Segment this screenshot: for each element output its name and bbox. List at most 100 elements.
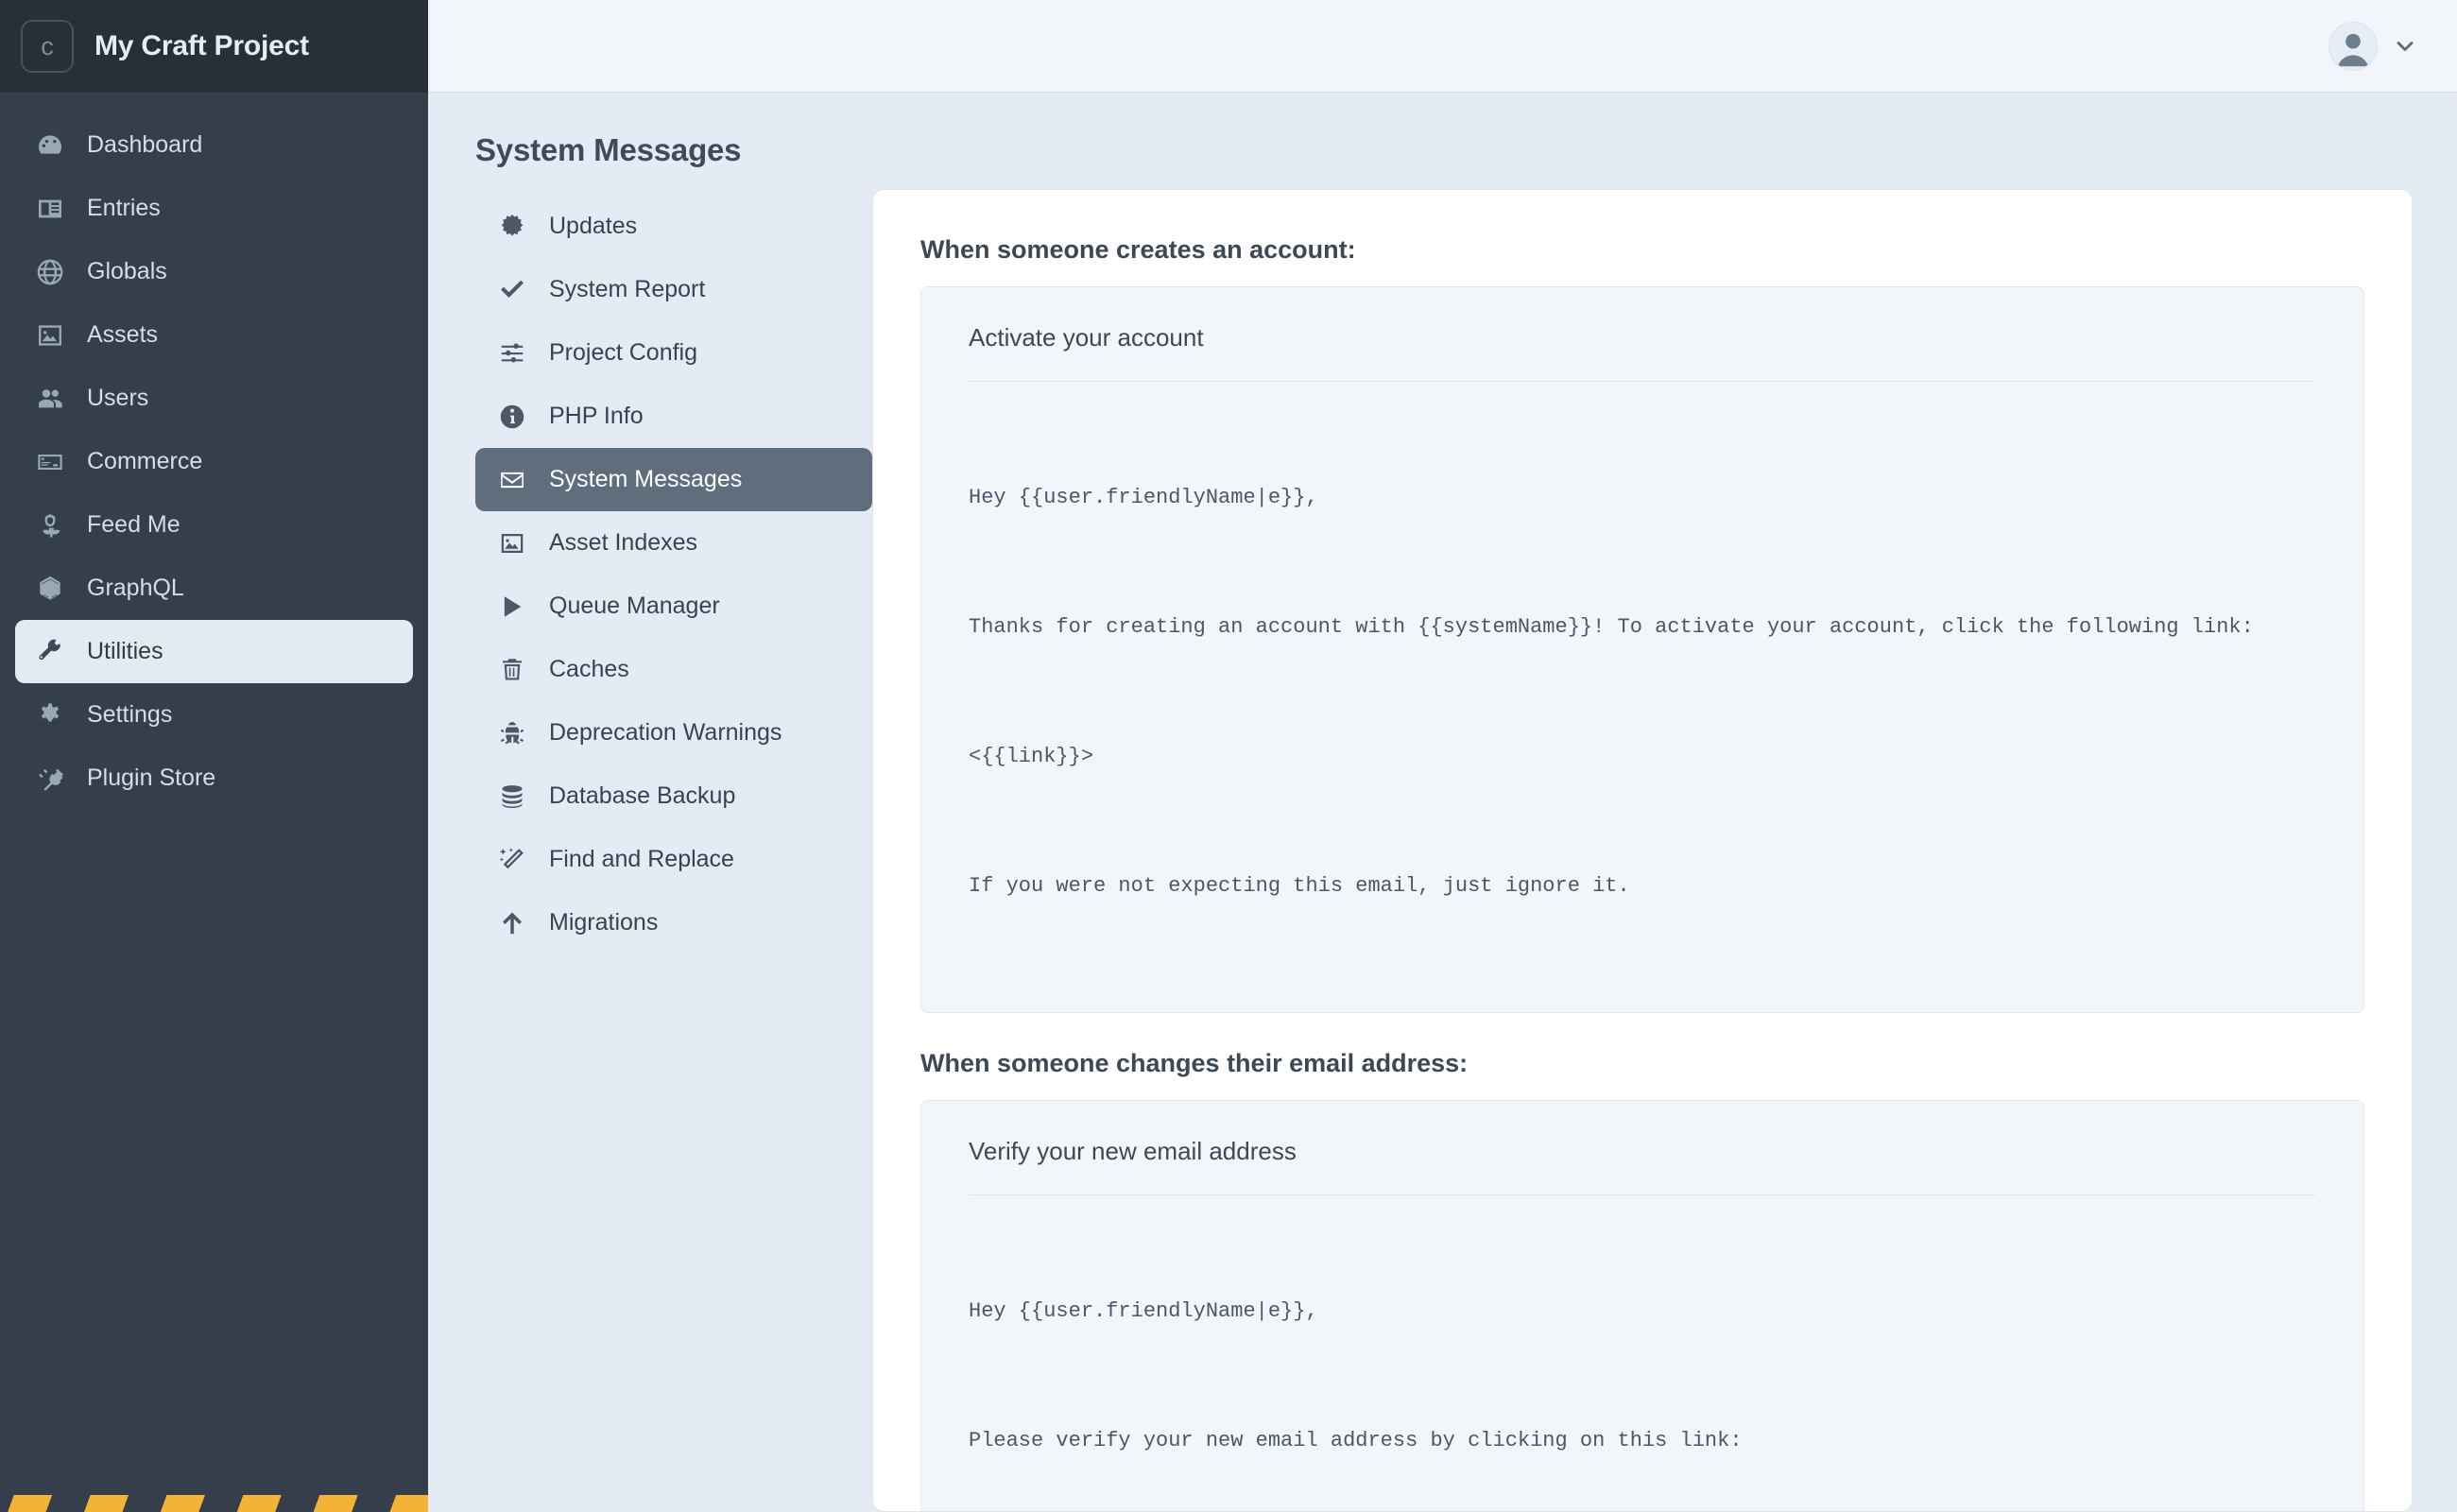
subnav-item-find-and-replace[interactable]: Find and Replace: [475, 828, 872, 891]
sidebar-header[interactable]: c My Craft Project: [0, 0, 428, 93]
trash-icon: [496, 654, 528, 686]
sidebar-item-globals[interactable]: Globals: [15, 240, 413, 303]
subnav-item-label: PHP Info: [549, 403, 644, 430]
global-sidebar: c My Craft Project Dashboard Entries Glo…: [0, 0, 428, 1512]
subnav-item-migrations[interactable]: Migrations: [475, 891, 872, 954]
sidebar-item-plugin-store[interactable]: Plugin Store: [15, 747, 413, 810]
content-wrapper: When someone creates an account: Activat…: [872, 189, 2457, 1512]
check-icon: [496, 274, 528, 306]
users-icon: [34, 383, 66, 415]
message-line: Hey {{user.friendlyName|e}},: [969, 486, 1318, 510]
user-avatar-icon: [2337, 33, 2369, 66]
sidebar-item-label: Feed Me: [87, 511, 180, 538]
subnav-item-label: Migrations: [549, 909, 659, 936]
subnav-item-system-messages[interactable]: System Messages: [475, 448, 872, 511]
subnav-item-queue-manager[interactable]: Queue Manager: [475, 575, 872, 638]
app-root: c My Craft Project Dashboard Entries Glo…: [0, 0, 2457, 1512]
sidebar-item-label: Plugin Store: [87, 765, 216, 791]
subnav-item-caches[interactable]: Caches: [475, 638, 872, 701]
sidebar-item-users[interactable]: Users: [15, 367, 413, 430]
sidebar-item-label: Utilities: [87, 638, 163, 664]
top-bar: [428, 0, 2457, 93]
message-line: If you were not expecting this email, ju…: [969, 873, 1630, 898]
project-title: My Craft Project: [94, 30, 309, 61]
message-body[interactable]: Hey {{user.friendlyName|e}}, Please veri…: [969, 1228, 2316, 1511]
sidebar-item-entries[interactable]: Entries: [15, 177, 413, 240]
subnav-item-updates[interactable]: Updates: [475, 195, 872, 258]
image-icon: [34, 319, 66, 352]
project-logo-icon: c: [21, 20, 74, 73]
subnav-item-label: Queue Manager: [549, 593, 720, 620]
credit-card-icon: [34, 446, 66, 478]
subnav-item-label: Caches: [549, 656, 629, 683]
gauge-icon: [34, 129, 66, 162]
graphql-icon: [34, 573, 66, 605]
database-icon: [496, 781, 528, 813]
message-body[interactable]: Hey {{user.friendlyName|e}}, Thanks for …: [969, 414, 2316, 971]
avatar[interactable]: [2328, 21, 2378, 71]
sidebar-item-label: Globals: [87, 258, 167, 284]
message-subject[interactable]: Verify your new email address: [969, 1137, 2316, 1195]
global-nav: Dashboard Entries Globals Assets Users C…: [0, 93, 428, 1512]
main-region: System Messages Updates System Report Pr…: [428, 0, 2457, 1512]
sidebar-item-settings[interactable]: Settings: [15, 683, 413, 747]
message-line: Please verify your new email address by …: [969, 1428, 1743, 1452]
wrench-icon: [34, 636, 66, 668]
info-icon: [496, 401, 528, 433]
message-line: Hey {{user.friendlyName|e}},: [969, 1299, 1318, 1323]
message-heading: When someone creates an account:: [920, 235, 1356, 264]
subnav-item-label: Asset Indexes: [549, 529, 698, 557]
play-icon: [496, 591, 528, 623]
subnav-item-label: Updates: [549, 213, 638, 240]
message-subject[interactable]: Activate your account: [969, 323, 2316, 382]
sidebar-item-label: Entries: [87, 195, 161, 221]
subnav-item-project-config[interactable]: Project Config: [475, 321, 872, 385]
sidebar-item-label: Users: [87, 385, 149, 411]
subnav-item-label: Find and Replace: [549, 846, 734, 873]
message-heading: When someone changes their email address…: [920, 1048, 1469, 1077]
image-icon: [496, 527, 528, 559]
envelope-icon: [496, 464, 528, 496]
subnav-item-php-info[interactable]: PHP Info: [475, 385, 872, 448]
sidebar-item-commerce[interactable]: Commerce: [15, 430, 413, 493]
page-header: System Messages: [428, 93, 2457, 189]
sidebar-item-label: Assets: [87, 321, 159, 348]
subnav-item-asset-indexes[interactable]: Asset Indexes: [475, 511, 872, 575]
subnav-item-label: Deprecation Warnings: [549, 719, 782, 747]
newspaper-icon: [34, 193, 66, 225]
plug-icon: [34, 763, 66, 795]
page-title: System Messages: [475, 132, 742, 167]
sidebar-item-feed-me[interactable]: Feed Me: [15, 493, 413, 557]
sidebar-item-assets[interactable]: Assets: [15, 303, 413, 367]
sidebar-item-graphql[interactable]: GraphQL: [15, 557, 413, 620]
sidebar-item-label: Dashboard: [87, 131, 203, 158]
wand-icon: [496, 844, 528, 876]
sliders-icon: [496, 337, 528, 369]
sidebar-item-label: Settings: [87, 701, 173, 728]
message-box[interactable]: Verify your new email address Hey {{user…: [920, 1099, 2364, 1511]
system-messages-card: When someone creates an account: Activat…: [872, 189, 2413, 1512]
chevron-down-icon[interactable]: [2393, 34, 2417, 59]
utilities-subnav: Updates System Report Project Config PHP…: [475, 189, 872, 1512]
subnav-item-system-report[interactable]: System Report: [475, 258, 872, 321]
burst-icon: [496, 211, 528, 243]
sidebar-item-dashboard[interactable]: Dashboard: [15, 113, 413, 177]
subnav-item-label: System Messages: [549, 466, 743, 493]
gear-icon: [34, 699, 66, 731]
flower-icon: [34, 509, 66, 541]
message-line: Thanks for creating an account with {{sy…: [969, 615, 2254, 640]
content-columns: Updates System Report Project Config PHP…: [428, 189, 2457, 1512]
message-line: <{{link}}>: [969, 745, 1094, 768]
sidebar-item-utilities[interactable]: Utilities: [15, 620, 413, 683]
subnav-item-deprecation-warnings[interactable]: Deprecation Warnings: [475, 701, 872, 765]
subnav-item-label: Database Backup: [549, 782, 736, 810]
dev-mode-stripe: [0, 1495, 428, 1512]
page-body: System Messages Updates System Report Pr…: [428, 93, 2457, 1512]
message-box[interactable]: Activate your account Hey {{user.friendl…: [920, 286, 2364, 1013]
subnav-item-label: Project Config: [549, 339, 698, 367]
globe-icon: [34, 256, 66, 288]
arrow-up-icon: [496, 907, 528, 939]
subnav-item-database-backup[interactable]: Database Backup: [475, 765, 872, 828]
bug-icon: [496, 717, 528, 749]
sidebar-item-label: Commerce: [87, 448, 203, 474]
